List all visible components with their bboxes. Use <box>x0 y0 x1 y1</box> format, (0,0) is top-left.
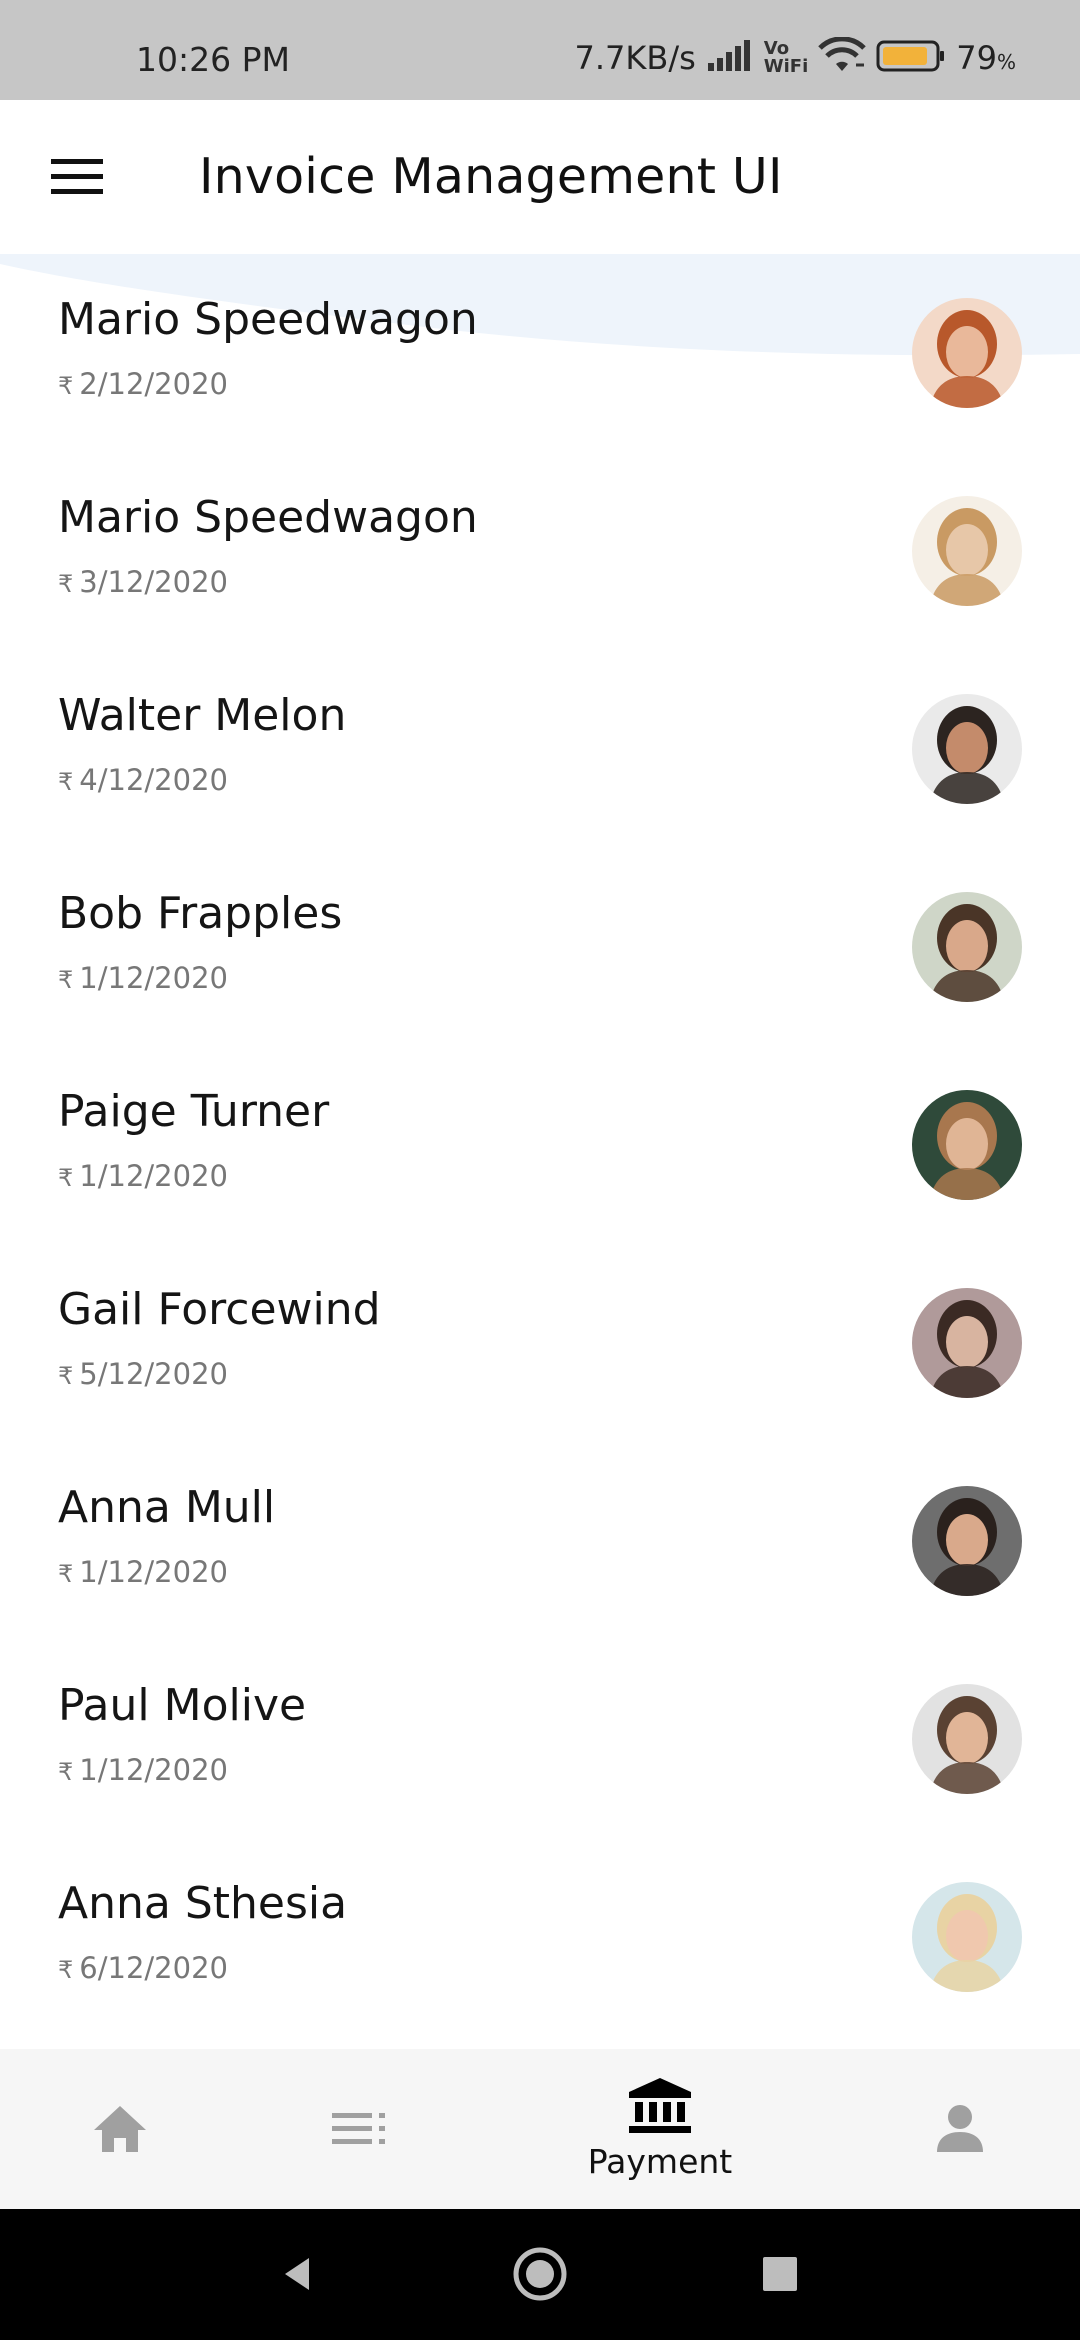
invoice-row[interactable]: Gail Forcewind ₹5/12/2020 <box>0 1244 1080 1442</box>
network-speed: 7.7KB/s <box>574 39 696 77</box>
hamburger-menu-icon <box>51 159 103 194</box>
person-icon <box>937 2105 983 2152</box>
battery-percent: 79% <box>956 39 1016 77</box>
avatar <box>912 1882 1022 1992</box>
rupee-icon: ₹ <box>58 966 74 994</box>
avatar <box>912 1090 1022 1200</box>
invoice-row[interactable]: Anna Sthesia ₹6/12/2020 <box>0 1838 1080 2036</box>
invoice-date: ₹6/12/2020 <box>58 1951 228 1985</box>
invoice-customer-name: Anna Mull <box>58 1482 276 1533</box>
invoice-date-value: 5/12/2020 <box>79 1357 228 1391</box>
invoice-date-value: 1/12/2020 <box>79 1159 228 1193</box>
status-indicators: 7.7KB/s Vo WiFi 79% <box>574 36 1016 79</box>
invoice-date-value: 4/12/2020 <box>79 763 228 797</box>
invoice-date: ₹1/12/2020 <box>58 1159 228 1193</box>
invoice-date: ₹2/12/2020 <box>58 367 228 401</box>
invoice-row[interactable]: Mario Speedwagon ₹2/12/2020 <box>0 254 1080 452</box>
avatar <box>912 694 1022 804</box>
rupee-icon: ₹ <box>58 1956 74 1984</box>
invoice-customer-name: Paul Molive <box>58 1680 307 1731</box>
invoice-date: ₹3/12/2020 <box>58 565 228 599</box>
invoice-row[interactable]: Mario Speedwagon ₹3/12/2020 <box>0 452 1080 650</box>
invoice-date-value: 3/12/2020 <box>79 565 228 599</box>
invoice-date-value: 2/12/2020 <box>79 367 228 401</box>
invoice-customer-name: Paige Turner <box>58 1086 330 1137</box>
invoice-date-value: 1/12/2020 <box>79 1753 228 1787</box>
invoice-row[interactable]: Paul Molive ₹1/12/2020 <box>0 1640 1080 1838</box>
invoice-date-value: 1/12/2020 <box>79 1555 228 1589</box>
invoice-row[interactable]: Paige Turner ₹1/12/2020 <box>0 1046 1080 1244</box>
home-icon <box>94 2106 146 2152</box>
signal-icon <box>706 39 754 77</box>
invoice-date: ₹1/12/2020 <box>58 1753 228 1787</box>
rupee-icon: ₹ <box>58 1560 74 1588</box>
nav-payment-label: Payment <box>587 2141 733 2181</box>
rupee-icon: ₹ <box>58 1164 74 1192</box>
avatar <box>912 1486 1022 1596</box>
system-navigation-bar <box>0 2209 1080 2340</box>
battery-icon <box>876 39 946 77</box>
invoice-date: ₹1/12/2020 <box>58 1555 228 1589</box>
invoice-date-value: 1/12/2020 <box>79 961 228 995</box>
bank-icon <box>629 2077 691 2133</box>
home-button[interactable] <box>505 2239 575 2309</box>
invoice-date-value: 6/12/2020 <box>79 1951 228 1985</box>
rupee-icon: ₹ <box>58 1758 74 1786</box>
list-icon <box>332 2113 385 2144</box>
invoice-list: Mario Speedwagon ₹2/12/2020 Mario Speedwag… <box>0 254 1080 2049</box>
recents-button[interactable] <box>745 2239 815 2309</box>
invoice-customer-name: Bob Frapples <box>58 888 343 939</box>
invoice-row[interactable]: Anna Mull ₹1/12/2020 <box>0 1442 1080 1640</box>
page-title: Invoice Management UI <box>199 148 783 205</box>
invoice-customer-name: Anna Sthesia <box>58 1878 348 1929</box>
nav-profile[interactable] <box>880 2049 1040 2209</box>
nav-home[interactable] <box>40 2049 200 2209</box>
invoice-date: ₹5/12/2020 <box>58 1357 228 1391</box>
app-bar: Invoice Management UI <box>0 100 1080 254</box>
menu-button[interactable] <box>40 144 114 210</box>
avatar <box>912 892 1022 1002</box>
home-circle-icon <box>513 2247 567 2301</box>
bottom-navigation: Payment <box>0 2049 1080 2209</box>
invoice-customer-name: Gail Forcewind <box>58 1284 381 1335</box>
invoice-row[interactable]: Bob Frapples ₹1/12/2020 <box>0 848 1080 1046</box>
avatar <box>912 298 1022 408</box>
wifi-icon <box>818 36 867 79</box>
nav-payment[interactable]: Payment <box>560 2049 760 2209</box>
avatar <box>912 496 1022 606</box>
rupee-icon: ₹ <box>58 768 74 796</box>
status-bar: 10:26 PM 7.7KB/s Vo WiFi 79% <box>0 0 1080 100</box>
invoice-row[interactable]: Walter Melon ₹4/12/2020 <box>0 650 1080 848</box>
back-button[interactable] <box>262 2239 332 2309</box>
back-icon <box>285 2258 309 2290</box>
invoice-customer-name: Walter Melon <box>58 690 347 741</box>
avatar <box>912 1684 1022 1794</box>
avatar <box>912 1288 1022 1398</box>
vowifi-icon: Vo WiFi <box>763 38 809 77</box>
invoice-customer-name: Mario Speedwagon <box>58 492 478 543</box>
nav-list[interactable] <box>280 2049 440 2209</box>
status-time: 10:26 PM <box>136 40 290 79</box>
invoice-customer-name: Mario Speedwagon <box>58 294 478 345</box>
rupee-icon: ₹ <box>58 570 74 598</box>
recents-icon <box>763 2257 797 2291</box>
invoice-date: ₹1/12/2020 <box>58 961 228 995</box>
rupee-icon: ₹ <box>58 1362 74 1390</box>
invoice-date: ₹4/12/2020 <box>58 763 228 797</box>
rupee-icon: ₹ <box>58 372 74 400</box>
